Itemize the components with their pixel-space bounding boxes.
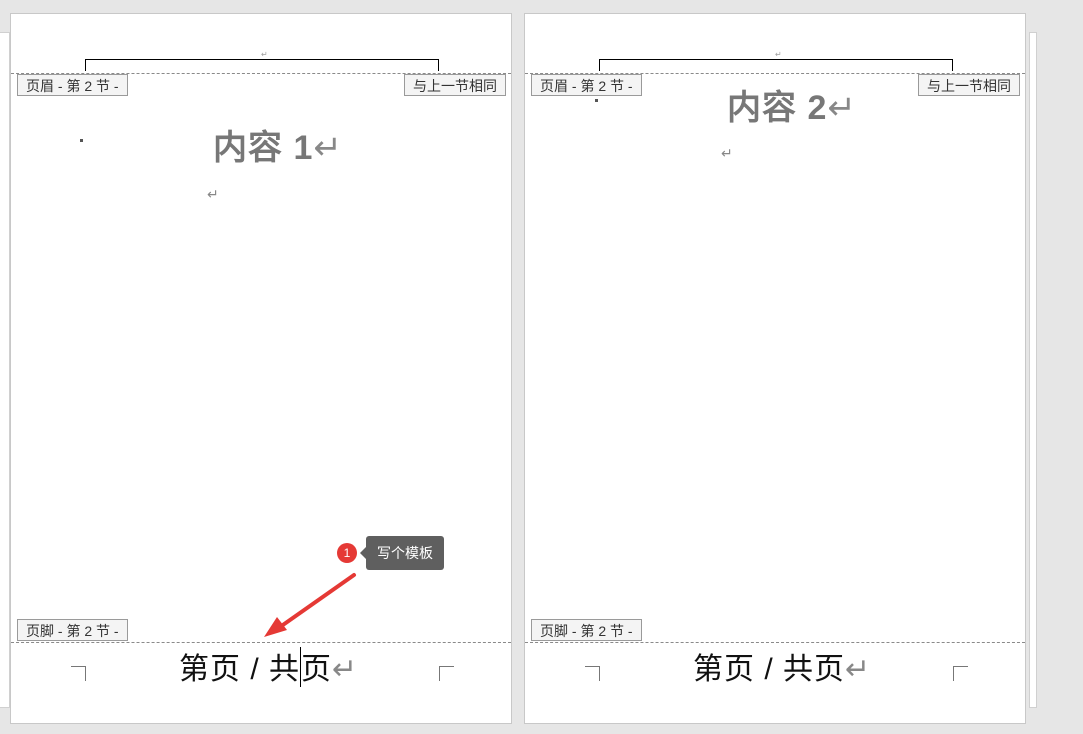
paragraph-mark: ↵ [721,145,733,161]
header-border-line [85,59,439,71]
same-as-previous-tag[interactable]: 与上一节相同 [918,74,1020,96]
header-paragraph-mark: ↵ [261,50,268,59]
footer-return-mark: ↵ [845,653,872,686]
header-section-tag[interactable]: 页眉 - 第 2 节 - [17,74,128,96]
margin-corner-left [585,666,600,681]
heading-text: 内容 2 [727,89,828,127]
heading-return-mark: ↵ [313,129,343,167]
footer-boundary [11,642,511,643]
document-page-2[interactable]: ↵ 页眉 - 第 2 节 - 与上一节相同 内容 2↵ ↵ 页脚 - 第 2 节… [524,13,1026,724]
header-section-tag[interactable]: 页眉 - 第 2 节 - [531,74,642,96]
heading-text: 内容 1 [213,129,314,167]
footer-boundary [525,642,1025,643]
footer-return-mark: ↵ [332,653,359,686]
footer-text-before-caret: 第页 / 共 [179,653,301,686]
footer-section-tag[interactable]: 页脚 - 第 2 节 - [531,619,642,641]
paragraph-mark: ↵ [207,186,219,202]
page-heading[interactable]: 内容 2↵ [727,80,857,129]
anchor-dot [80,139,83,142]
heading-return-mark: ↵ [827,89,857,127]
header-paragraph-mark: ↵ [775,50,782,59]
document-page-1[interactable]: ↵ 页眉 - 第 2 节 - 与上一节相同 内容 1↵ ↵ 页脚 - 第 2 节… [10,13,512,724]
page-heading[interactable]: 内容 1↵ [213,120,343,169]
previous-page-edge [0,32,10,708]
same-as-previous-tag[interactable]: 与上一节相同 [404,74,506,96]
footer-page-field[interactable]: 第页 / 共页↵ [693,644,871,688]
footer-section-tag[interactable]: 页脚 - 第 2 节 - [17,619,128,641]
next-page-edge [1029,32,1037,708]
footer-text-after-caret: 页 [301,653,333,686]
footer-text: 第页 / 共页 [693,653,846,686]
margin-corner-left [71,666,86,681]
callout-label: 写个模板 [360,536,444,570]
margin-corner-right [439,666,454,681]
anchor-dot [595,99,598,102]
header-border-line [599,59,953,71]
callout-number-badge: 1 [337,543,357,563]
footer-page-field[interactable]: 第页 / 共页↵ [179,644,358,688]
margin-corner-right [953,666,968,681]
